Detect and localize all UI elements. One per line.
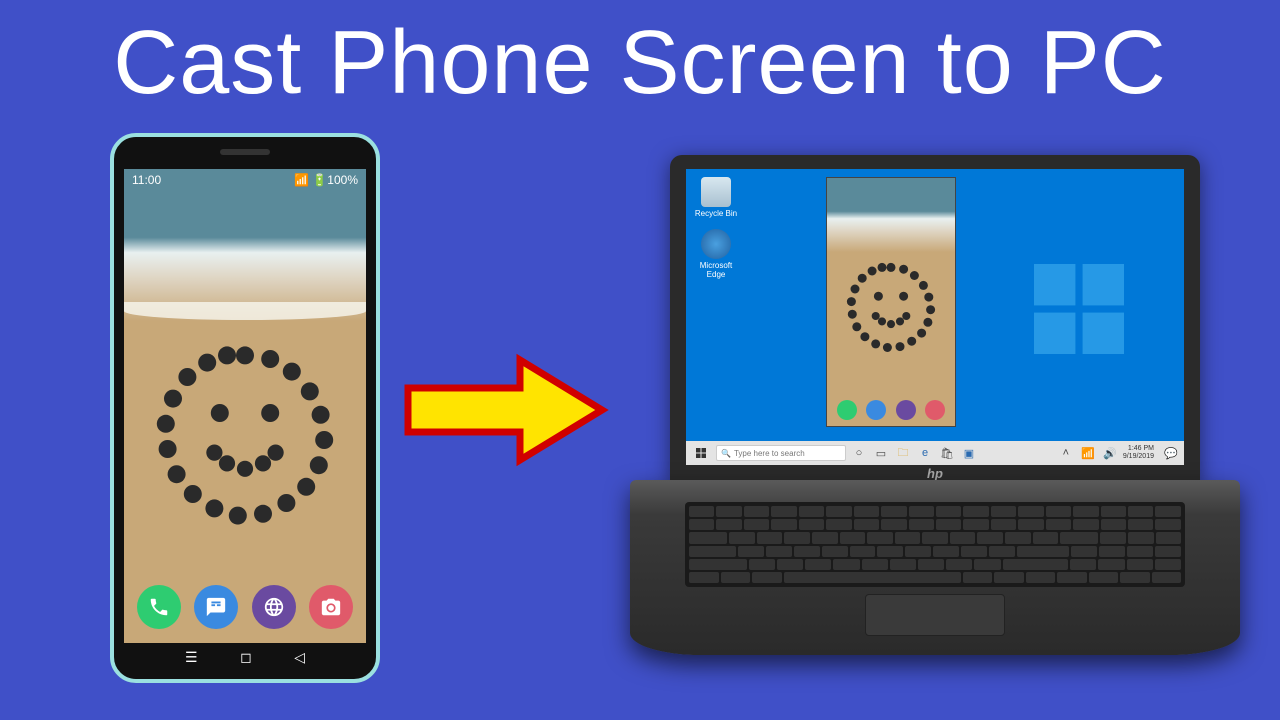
browser-app-icon[interactable]	[252, 585, 296, 629]
phone-status-bar: 11:00 📶 🔋100%	[124, 169, 366, 191]
windows-background-logo	[1034, 264, 1124, 354]
store-icon[interactable]: 🛍	[938, 445, 956, 461]
status-battery: 📶 🔋100%	[294, 173, 358, 187]
phone-screen: 11:00 📶 🔋100%	[124, 169, 366, 643]
laptop-keyboard	[685, 502, 1185, 587]
phone-dock	[124, 585, 366, 629]
content-area: 11:00 📶 🔋100%	[0, 115, 1280, 695]
wallpaper-wave	[124, 302, 366, 320]
edge-browser-icon[interactable]: Microsoft Edge	[694, 229, 738, 279]
laptop-brand-logo: hp	[927, 466, 943, 481]
phone-speaker	[220, 149, 270, 155]
connect-app-icon[interactable]: ▣	[960, 445, 978, 461]
arrow-icon	[400, 350, 610, 470]
cortana-icon[interactable]: ○	[850, 445, 868, 461]
mirror-camera-icon	[925, 400, 945, 420]
windows-taskbar: 🔍 Type here to search ○ ▭ 🗀 e 🛍 ▣ ˄ 📶 🔊 …	[686, 441, 1184, 465]
page-title: Cast Phone Screen to PC	[0, 0, 1280, 115]
mirror-browser-icon	[896, 400, 916, 420]
file-explorer-icon[interactable]: 🗀	[894, 445, 912, 461]
start-button[interactable]	[690, 444, 712, 462]
mirror-wallpaper-sea	[827, 178, 955, 252]
search-icon: 🔍	[721, 449, 731, 458]
notifications-icon[interactable]: 💬	[1162, 445, 1180, 461]
phone-nav-bar: ☰ ◻ ◁	[185, 649, 305, 671]
recycle-bin-icon[interactable]: Recycle Bin	[694, 177, 738, 218]
nav-home-icon[interactable]: ◻	[240, 649, 252, 671]
laptop-base	[630, 480, 1240, 655]
phone-app-icon[interactable]	[137, 585, 181, 629]
messages-app-icon[interactable]	[194, 585, 238, 629]
laptop-device: Recycle Bin Microsoft Edge	[630, 155, 1240, 655]
wallpaper-smiley	[155, 344, 335, 524]
network-icon[interactable]: 📶	[1079, 445, 1097, 461]
taskbar-clock[interactable]: 1:46 PM 9/19/2019	[1123, 445, 1158, 460]
laptop-trackpad	[865, 594, 1005, 636]
camera-app-icon[interactable]	[309, 585, 353, 629]
laptop-screen: Recycle Bin Microsoft Edge	[686, 169, 1184, 465]
tray-up-icon[interactable]: ˄	[1057, 445, 1075, 461]
wallpaper-sea	[124, 169, 366, 321]
status-time: 11:00	[132, 173, 161, 187]
task-view-icon[interactable]: ▭	[872, 445, 890, 461]
nav-back-icon[interactable]: ◁	[294, 649, 305, 671]
mirror-phone-icon	[837, 400, 857, 420]
taskbar-search[interactable]: 🔍 Type here to search	[716, 445, 846, 461]
smartphone-device: 11:00 📶 🔋100%	[110, 133, 380, 683]
mirror-dock	[827, 400, 955, 420]
cast-mirror-window[interactable]	[826, 177, 956, 427]
nav-recents-icon[interactable]: ☰	[185, 649, 198, 671]
volume-icon[interactable]: 🔊	[1101, 445, 1119, 461]
mirror-smiley	[846, 262, 936, 352]
mirror-messages-icon	[866, 400, 886, 420]
edge-taskbar-icon[interactable]: e	[916, 445, 934, 461]
laptop-lid: Recycle Bin Microsoft Edge	[670, 155, 1200, 485]
